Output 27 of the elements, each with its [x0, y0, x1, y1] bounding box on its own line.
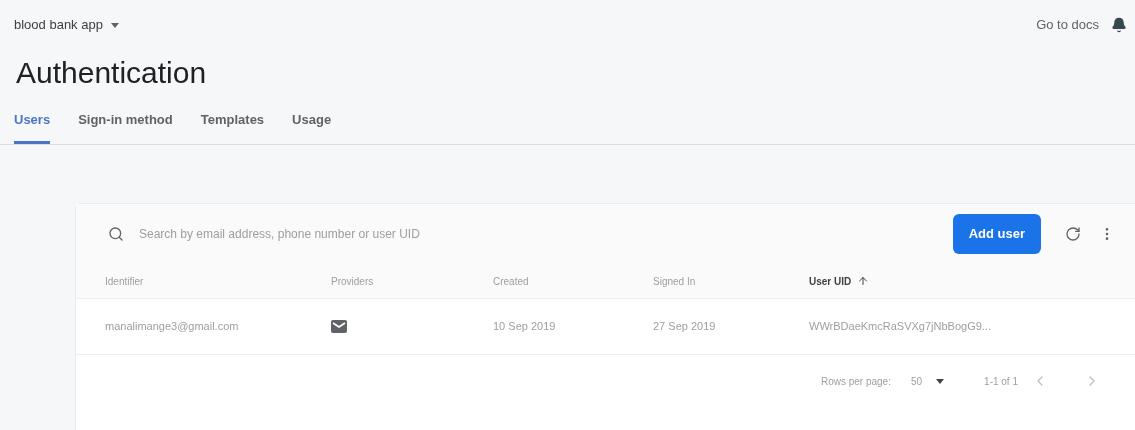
column-header[interactable]: User UID: [809, 273, 852, 289]
caret-icon: [110, 22, 119, 28]
column-header[interactable]: Signed In: [653, 273, 696, 289]
page-range: 1-1 of 1: [984, 374, 1018, 389]
tab[interactable]: Users: [14, 109, 51, 144]
table-cell-text: 27 Sep 2019: [653, 319, 717, 335]
bell-icon[interactable]: [1111, 17, 1127, 33]
refresh-icon[interactable]: [1065, 226, 1081, 242]
table-cell-text: 10 Sep 2019: [493, 319, 557, 335]
column-header[interactable]: Identifier: [105, 273, 144, 289]
table-cell-text: manalimange3@gmail.com: [105, 319, 240, 335]
tab[interactable]: Sign-in method: [78, 109, 173, 144]
add-user-button[interactable]: Add user: [952, 214, 1041, 254]
tab[interactable]: Templates: [200, 109, 265, 144]
column-header[interactable]: Providers: [331, 273, 374, 289]
rows-per-page-label: Rows per page:: [820, 374, 891, 389]
caret-icon: [936, 378, 945, 384]
page-title: Authentication: [15, 55, 208, 91]
column-header[interactable]: Created: [493, 273, 529, 289]
search-field[interactable]: Search by email address, phone number or user UID: [139, 225, 953, 243]
rows-per-page-select[interactable]: 50: [910, 373, 945, 389]
docs-link[interactable]: Go to docs: [1036, 15, 1099, 35]
tab[interactable]: Usage: [292, 109, 332, 144]
sort-arrow-icon[interactable]: [857, 275, 870, 287]
project-selector[interactable]: blood bank app: [14, 15, 119, 35]
search-icon: [108, 226, 124, 242]
table-cell-text: WWrBDaeKmcRaSVXg7jNbBogG9...: [809, 319, 992, 335]
